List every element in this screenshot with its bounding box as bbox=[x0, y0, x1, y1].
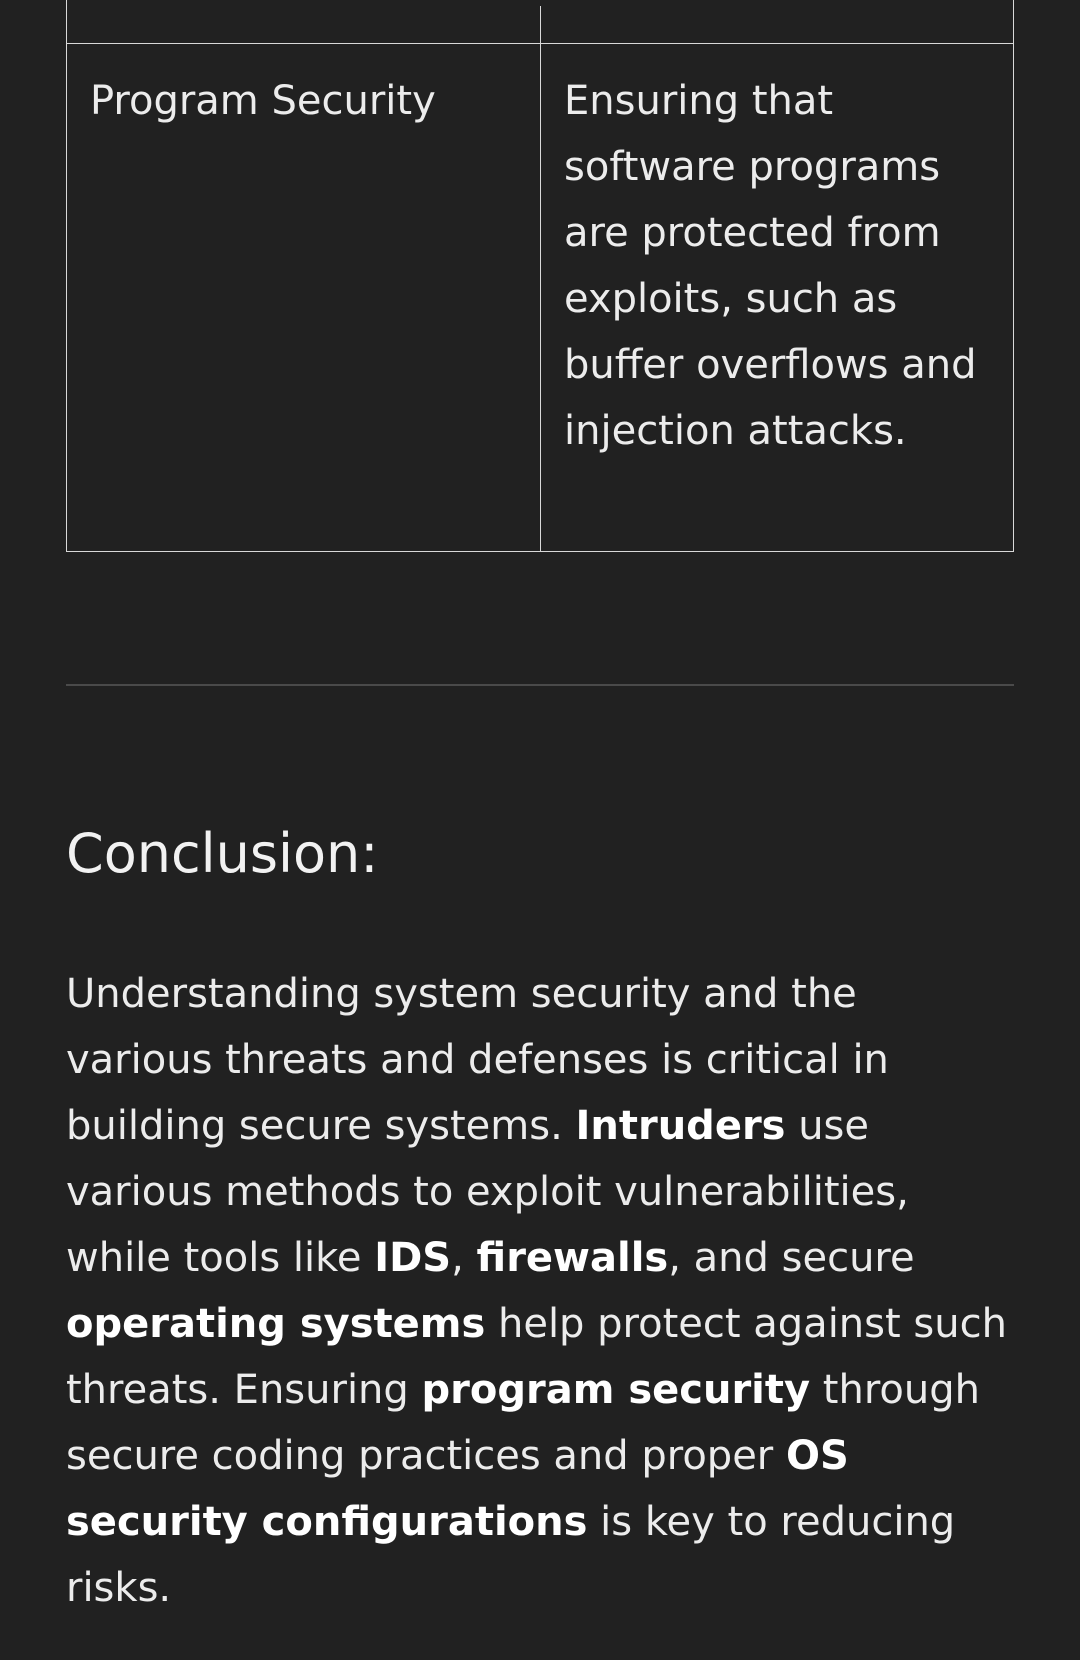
bold-term-program-security: program security bbox=[421, 1367, 811, 1413]
paragraph-text: , and secure bbox=[668, 1235, 915, 1281]
security-table: Program Security Ensuring that software … bbox=[66, 0, 1014, 552]
table-cell-term: Program Security bbox=[90, 78, 436, 124]
table-cell-description: Ensuring that software programs are prot… bbox=[564, 78, 977, 454]
column-divider bbox=[540, 6, 541, 44]
column-divider bbox=[540, 44, 541, 551]
bold-term-operating-systems: operating systems bbox=[66, 1301, 486, 1347]
bold-term-ids: IDS bbox=[374, 1235, 452, 1281]
section-divider bbox=[66, 684, 1014, 686]
conclusion-paragraph: Understanding system security and the va… bbox=[66, 961, 1014, 1621]
table-row: Program Security Ensuring that software … bbox=[66, 43, 1014, 552]
bold-term-firewalls: firewalls bbox=[476, 1235, 669, 1281]
table-row-previous bbox=[66, 0, 1014, 44]
section-heading: Conclusion: bbox=[66, 822, 379, 885]
paragraph-text: , bbox=[451, 1235, 477, 1281]
bold-term-intruders: Intruders bbox=[575, 1103, 786, 1149]
